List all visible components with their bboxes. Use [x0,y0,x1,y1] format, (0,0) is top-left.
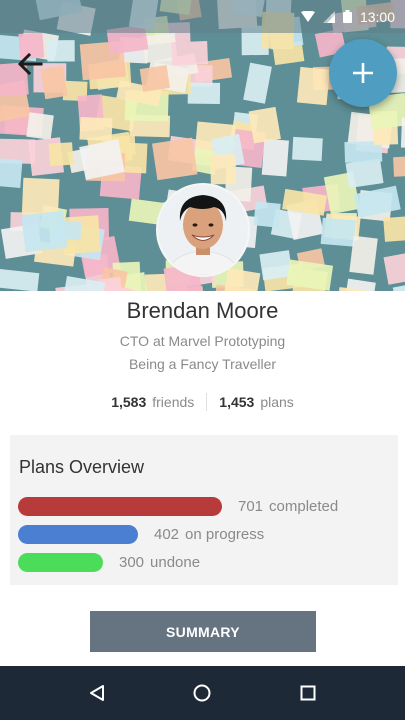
status-bar: 13:00 [0,0,405,33]
plus-icon [353,63,373,83]
friends-count: 1,583 [111,394,147,410]
sticky-note [152,137,198,181]
sticky-note [349,235,378,275]
sticky-note [26,112,54,140]
wifi-icon [300,10,315,22]
sticky-note [47,40,75,62]
sticky-note [393,155,405,177]
sticky-note [248,106,281,144]
profile-photo [158,185,248,275]
sticky-note [296,66,331,106]
square-recents-icon [300,685,316,701]
friends-label: friends [152,394,195,410]
plan-label: completed [269,497,339,515]
sticky-note [171,41,209,66]
sticky-note [0,158,23,188]
sticky-note [187,82,221,104]
back-button[interactable] [10,47,50,81]
sticky-note [320,217,356,247]
plans-overview-card: Plans Overview 701 completed 402 on prog… [10,435,398,585]
cell-signal-icon [322,10,335,23]
plan-row-completed: 701 completed [18,496,338,516]
plan-value: 701 [238,497,264,515]
sticky-note [345,158,384,189]
sticky-note [139,65,170,92]
status-time: 13:00 [359,8,395,25]
progress-bar-undone [18,552,103,572]
sticky-note [253,201,281,228]
progress-bar-on-progress [18,524,138,544]
android-nav-bar [0,666,405,720]
sticky-note [210,154,237,185]
plan-label: undone [150,553,201,571]
plans-count: 1,453 [219,394,255,410]
summary-button[interactable]: SUMMARY [90,611,316,652]
plan-label: on progress [185,525,265,543]
profile-title: CTO at Marvel Prototyping [119,333,286,349]
sticky-note [383,215,405,242]
sticky-note [21,177,60,217]
progress-bar-completed [18,496,222,516]
plans-overview-title: Plans Overview [19,457,145,477]
plans-stat[interactable]: 1,453 plans [207,394,306,410]
plan-row-on-progress: 402 on progress [18,524,264,544]
sticky-note [48,142,74,167]
avatar[interactable] [156,183,250,277]
sticky-note [79,116,113,141]
triangle-back-icon [89,685,104,701]
nav-home-button[interactable] [182,673,222,713]
circle-home-icon [193,684,211,702]
plan-value: 402 [154,525,180,543]
add-fab-button[interactable] [329,39,397,107]
sticky-note [292,136,323,162]
arrow-left-icon [17,53,43,75]
plan-row-undone: 300 undone [18,552,200,572]
nav-back-button[interactable] [77,673,117,713]
plan-value: 300 [119,553,145,571]
profile-name: Brendan Moore [126,298,279,323]
friends-stat[interactable]: 1,583 friends [99,394,206,410]
profile-stats: 1,583 friends 1,453 plans [0,393,405,411]
battery-icon [342,10,352,23]
sticky-note [261,138,289,177]
profile-tagline: Being a Fancy Traveller [128,356,277,372]
nav-recents-button[interactable] [288,673,328,713]
sticky-note [21,210,68,253]
plans-label: plans [260,394,294,410]
